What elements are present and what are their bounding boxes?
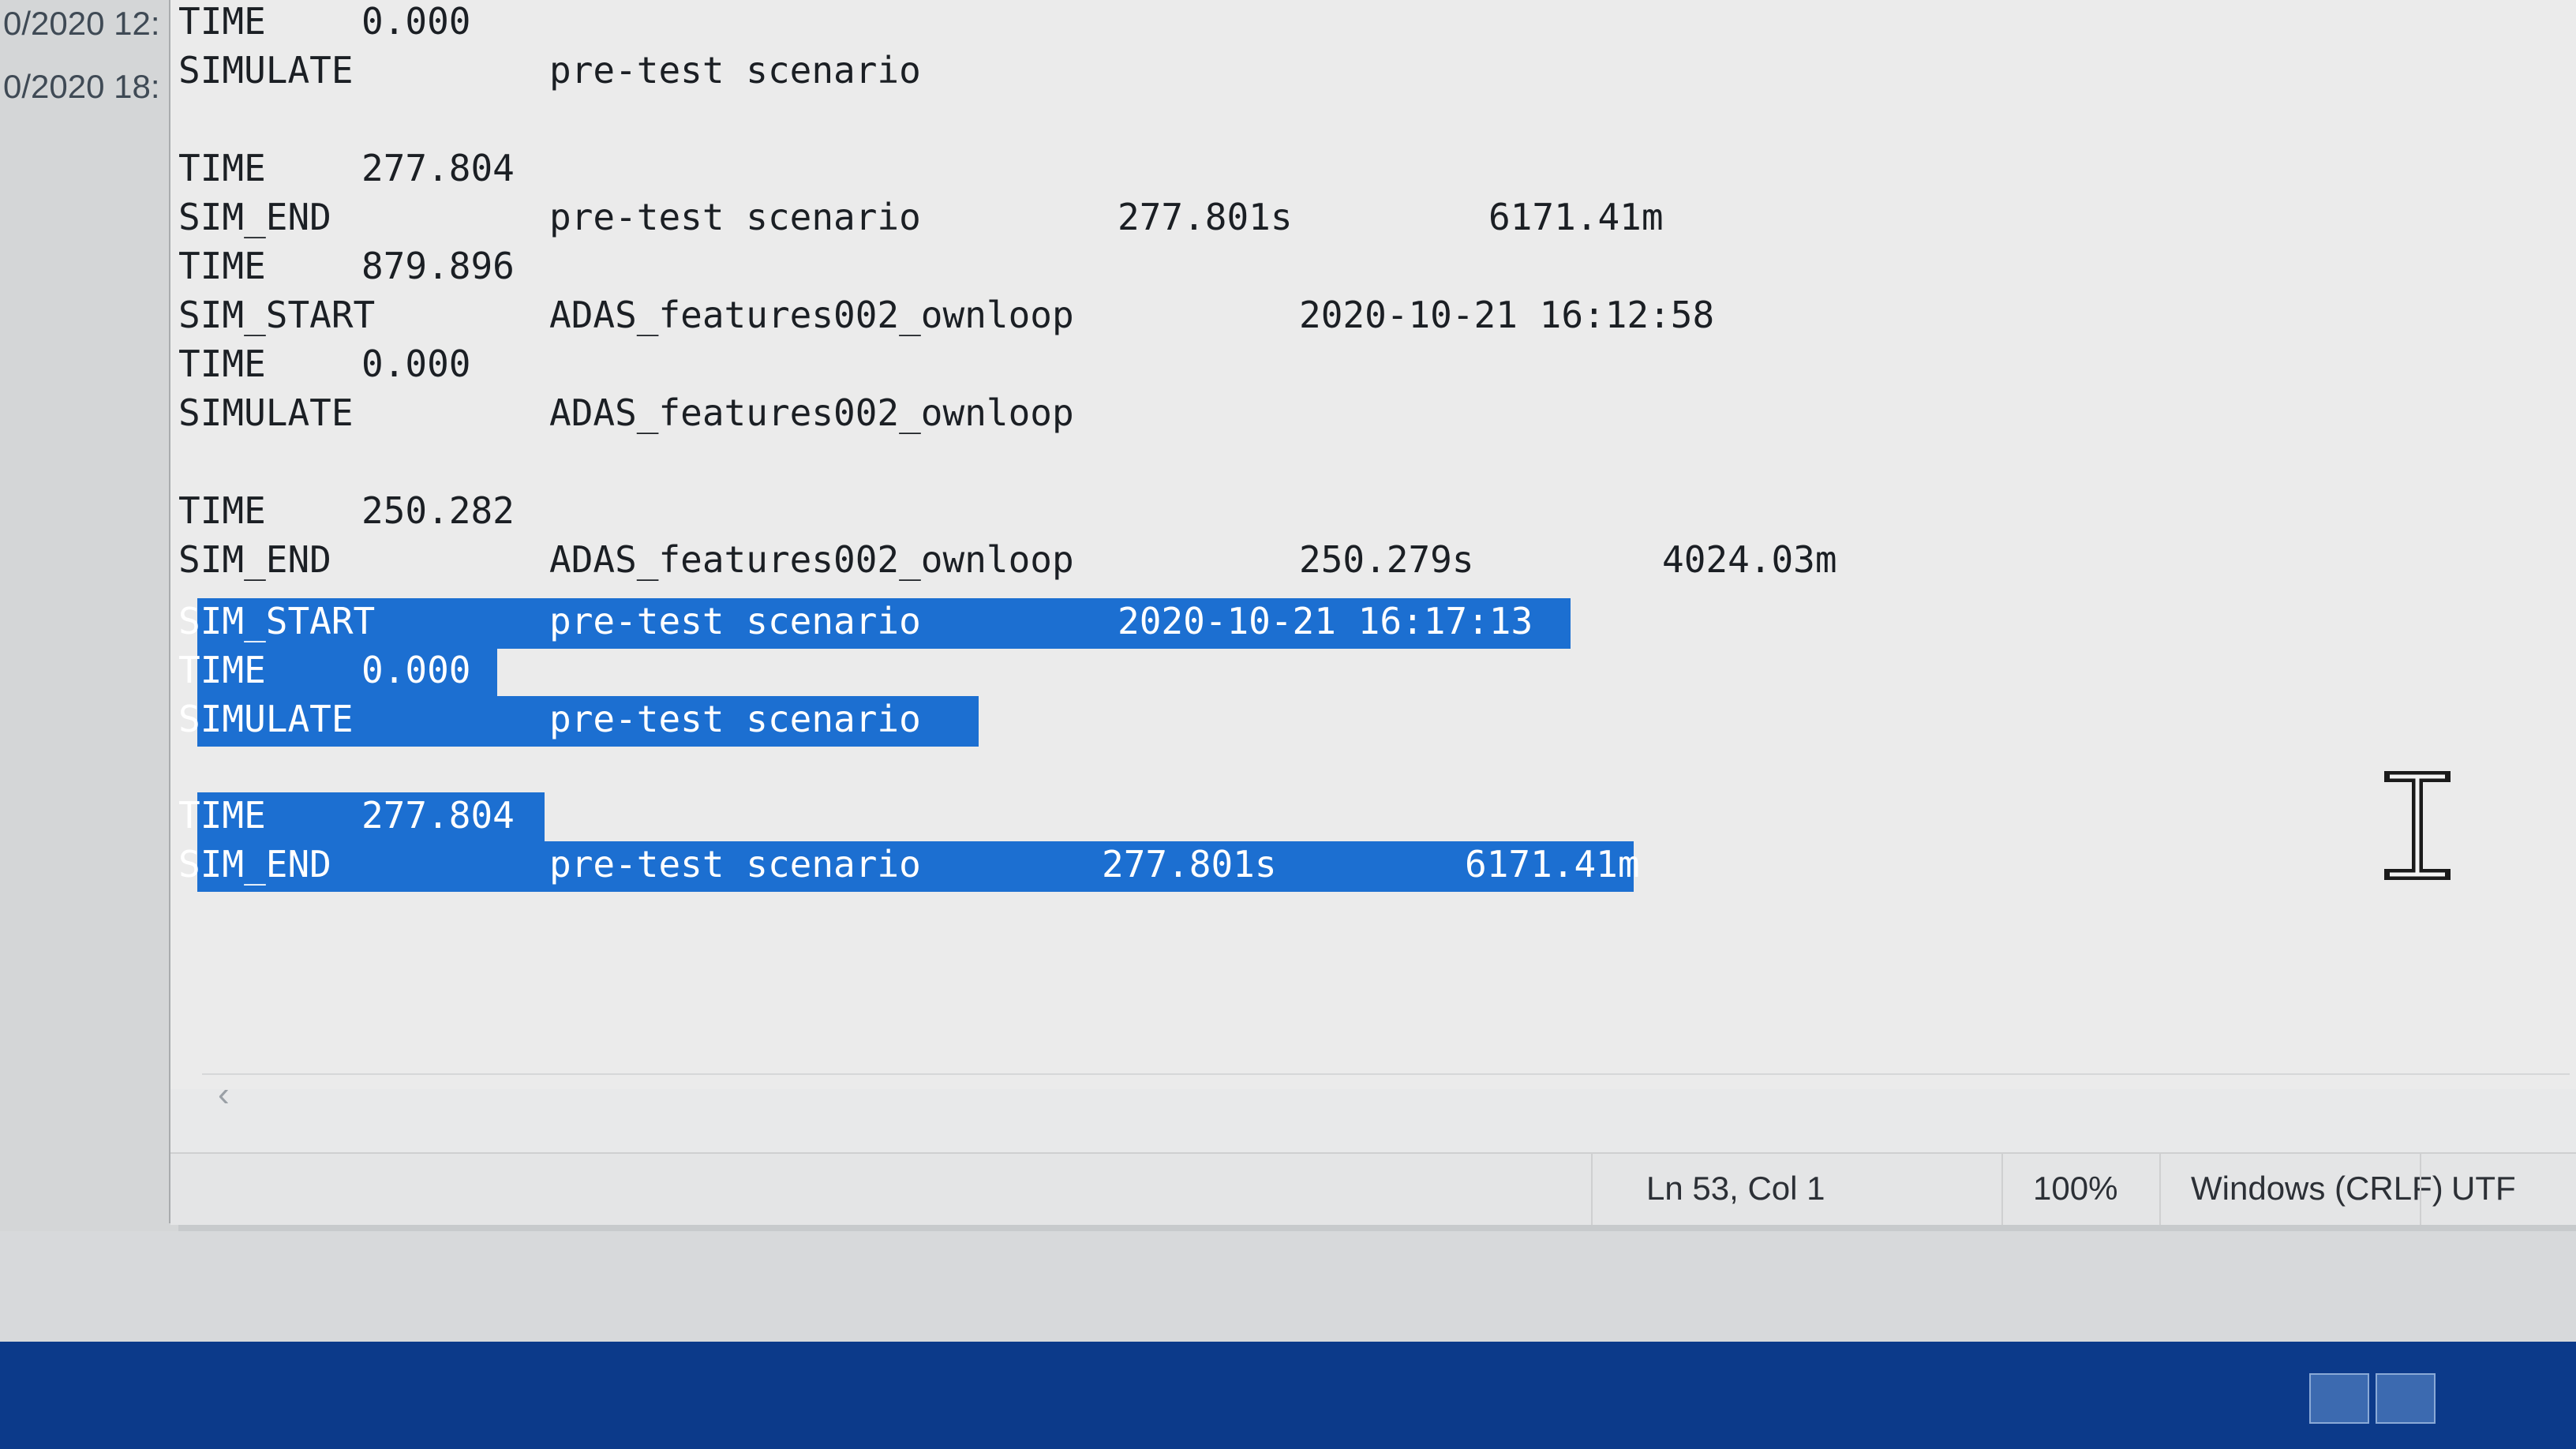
status-divider [1591, 1154, 1593, 1225]
status-divider [2420, 1154, 2421, 1225]
desktop-area [0, 1231, 2576, 1357]
line-field-timestamp: 2020-10-21 16:17:13 [1118, 600, 1533, 642]
line-field-value: 0.000 [361, 649, 471, 691]
line-field-keyword: SIM_END [178, 196, 331, 238]
text-line: SIMULATE ADAS_features002_ownloop [170, 391, 1074, 440]
line-field-keyword: TIME [178, 0, 266, 43]
text-line: TIME 879.896 [170, 245, 515, 294]
text-line: TIME 0.000 [170, 343, 470, 391]
line-field-keyword: TIME [178, 489, 266, 532]
line-field-keyword: SIM_START [178, 294, 376, 336]
line-field-keyword: SIMULATE [178, 698, 354, 740]
text-editor-area[interactable]: TIME 0.000 SIMULATE pre-test scenario TI… [170, 0, 2576, 1089]
line-field-keyword: SIMULATE [178, 49, 354, 92]
text-line-selected: SIM_START pre-test scenario 2020-10-21 1… [170, 600, 1533, 649]
taskbar[interactable] [0, 1342, 2576, 1449]
line-field-scenario: pre-test scenario [549, 600, 921, 642]
line-field-duration: 277.801s [1118, 196, 1293, 238]
cursor-position: Ln 53, Col 1 [1646, 1170, 1825, 1207]
line-endings: Windows (CRLF) [2191, 1170, 2443, 1207]
text-line: TIME 250.282 [170, 489, 515, 538]
line-field-distance: 6171.41m [1465, 843, 1640, 886]
line-field-value: 879.896 [361, 245, 515, 287]
line-field-duration: 250.279s [1299, 538, 1474, 581]
chevron-left-icon[interactable]: ‹ [218, 1075, 230, 1114]
line-field-scenario: pre-test scenario [549, 196, 921, 238]
notepad-window: TIME 0.000 SIMULATE pre-test scenario TI… [169, 0, 2576, 1225]
status-divider [2159, 1154, 2161, 1225]
text-line: TIME 0.000 [170, 0, 470, 49]
background-window-date-2: 0/2020 18: [3, 68, 160, 105]
line-field-value: 0.000 [361, 0, 471, 43]
line-field-scenario: ADAS_features002_ownloop [549, 294, 1074, 336]
line-field-keyword: TIME [178, 649, 266, 691]
line-field-value: 277.804 [361, 794, 515, 837]
line-field-distance: 6171.41m [1488, 196, 1664, 238]
line-field-scenario: pre-test scenario [549, 49, 921, 92]
line-field-scenario: pre-test scenario [549, 843, 921, 886]
status-bar: Ln 53, Col 1 100% Windows (CRLF) UTF [170, 1152, 2576, 1225]
status-divider [2001, 1154, 2003, 1225]
text-line-selected: SIM_END pre-test scenario 277.801s 6171.… [170, 843, 1640, 892]
text-line: SIMULATE pre-test scenario [170, 49, 921, 98]
line-field-scenario: ADAS_features002_ownloop [549, 538, 1074, 581]
line-field-keyword: TIME [178, 147, 266, 189]
text-line: SIM_START ADAS_features002_ownloop 2020-… [170, 294, 1714, 343]
line-field-value: 277.804 [361, 147, 515, 189]
text-cursor-ibeam-icon [2384, 771, 2451, 880]
line-field-value: 250.282 [361, 489, 515, 532]
line-field-keyword: TIME [178, 794, 266, 837]
task-view-icon[interactable] [2309, 1373, 2369, 1424]
line-field-scenario: pre-test scenario [549, 698, 921, 740]
text-line-selected: TIME 277.804 [170, 794, 515, 843]
text-line: SIM_END pre-test scenario 277.801s 6171.… [170, 196, 1664, 245]
line-field-value: 0.000 [361, 343, 471, 385]
text-line-selected: TIME 0.000 [170, 649, 470, 698]
taskbar-app-icon[interactable] [2376, 1373, 2436, 1424]
line-field-keyword: SIMULATE [178, 391, 354, 434]
line-field-keyword: TIME [178, 245, 266, 287]
line-field-keyword: SIM_START [178, 600, 376, 642]
line-field-keyword: TIME [178, 343, 266, 385]
line-field-timestamp: 2020-10-21 16:12:58 [1299, 294, 1715, 336]
background-window-date-1: 0/2020 12: [3, 5, 160, 42]
line-field-keyword: SIM_END [178, 538, 331, 581]
text-line: TIME 277.804 [170, 147, 515, 196]
encoding: UTF [2451, 1170, 2516, 1207]
background-window[interactable]: 0/2020 12: 0/2020 18: [0, 0, 178, 1231]
zoom-level: 100% [2033, 1170, 2118, 1207]
line-field-distance: 4024.03m [1662, 538, 1837, 581]
text-line-selected: SIMULATE pre-test scenario [170, 698, 921, 747]
text-line: SIM_END ADAS_features002_ownloop 250.279… [170, 538, 1837, 587]
line-field-keyword: SIM_END [178, 843, 331, 886]
line-field-duration: 277.801s [1102, 843, 1277, 886]
line-field-scenario: ADAS_features002_ownloop [549, 391, 1074, 434]
horizontal-scrollbar[interactable] [202, 1073, 2570, 1106]
